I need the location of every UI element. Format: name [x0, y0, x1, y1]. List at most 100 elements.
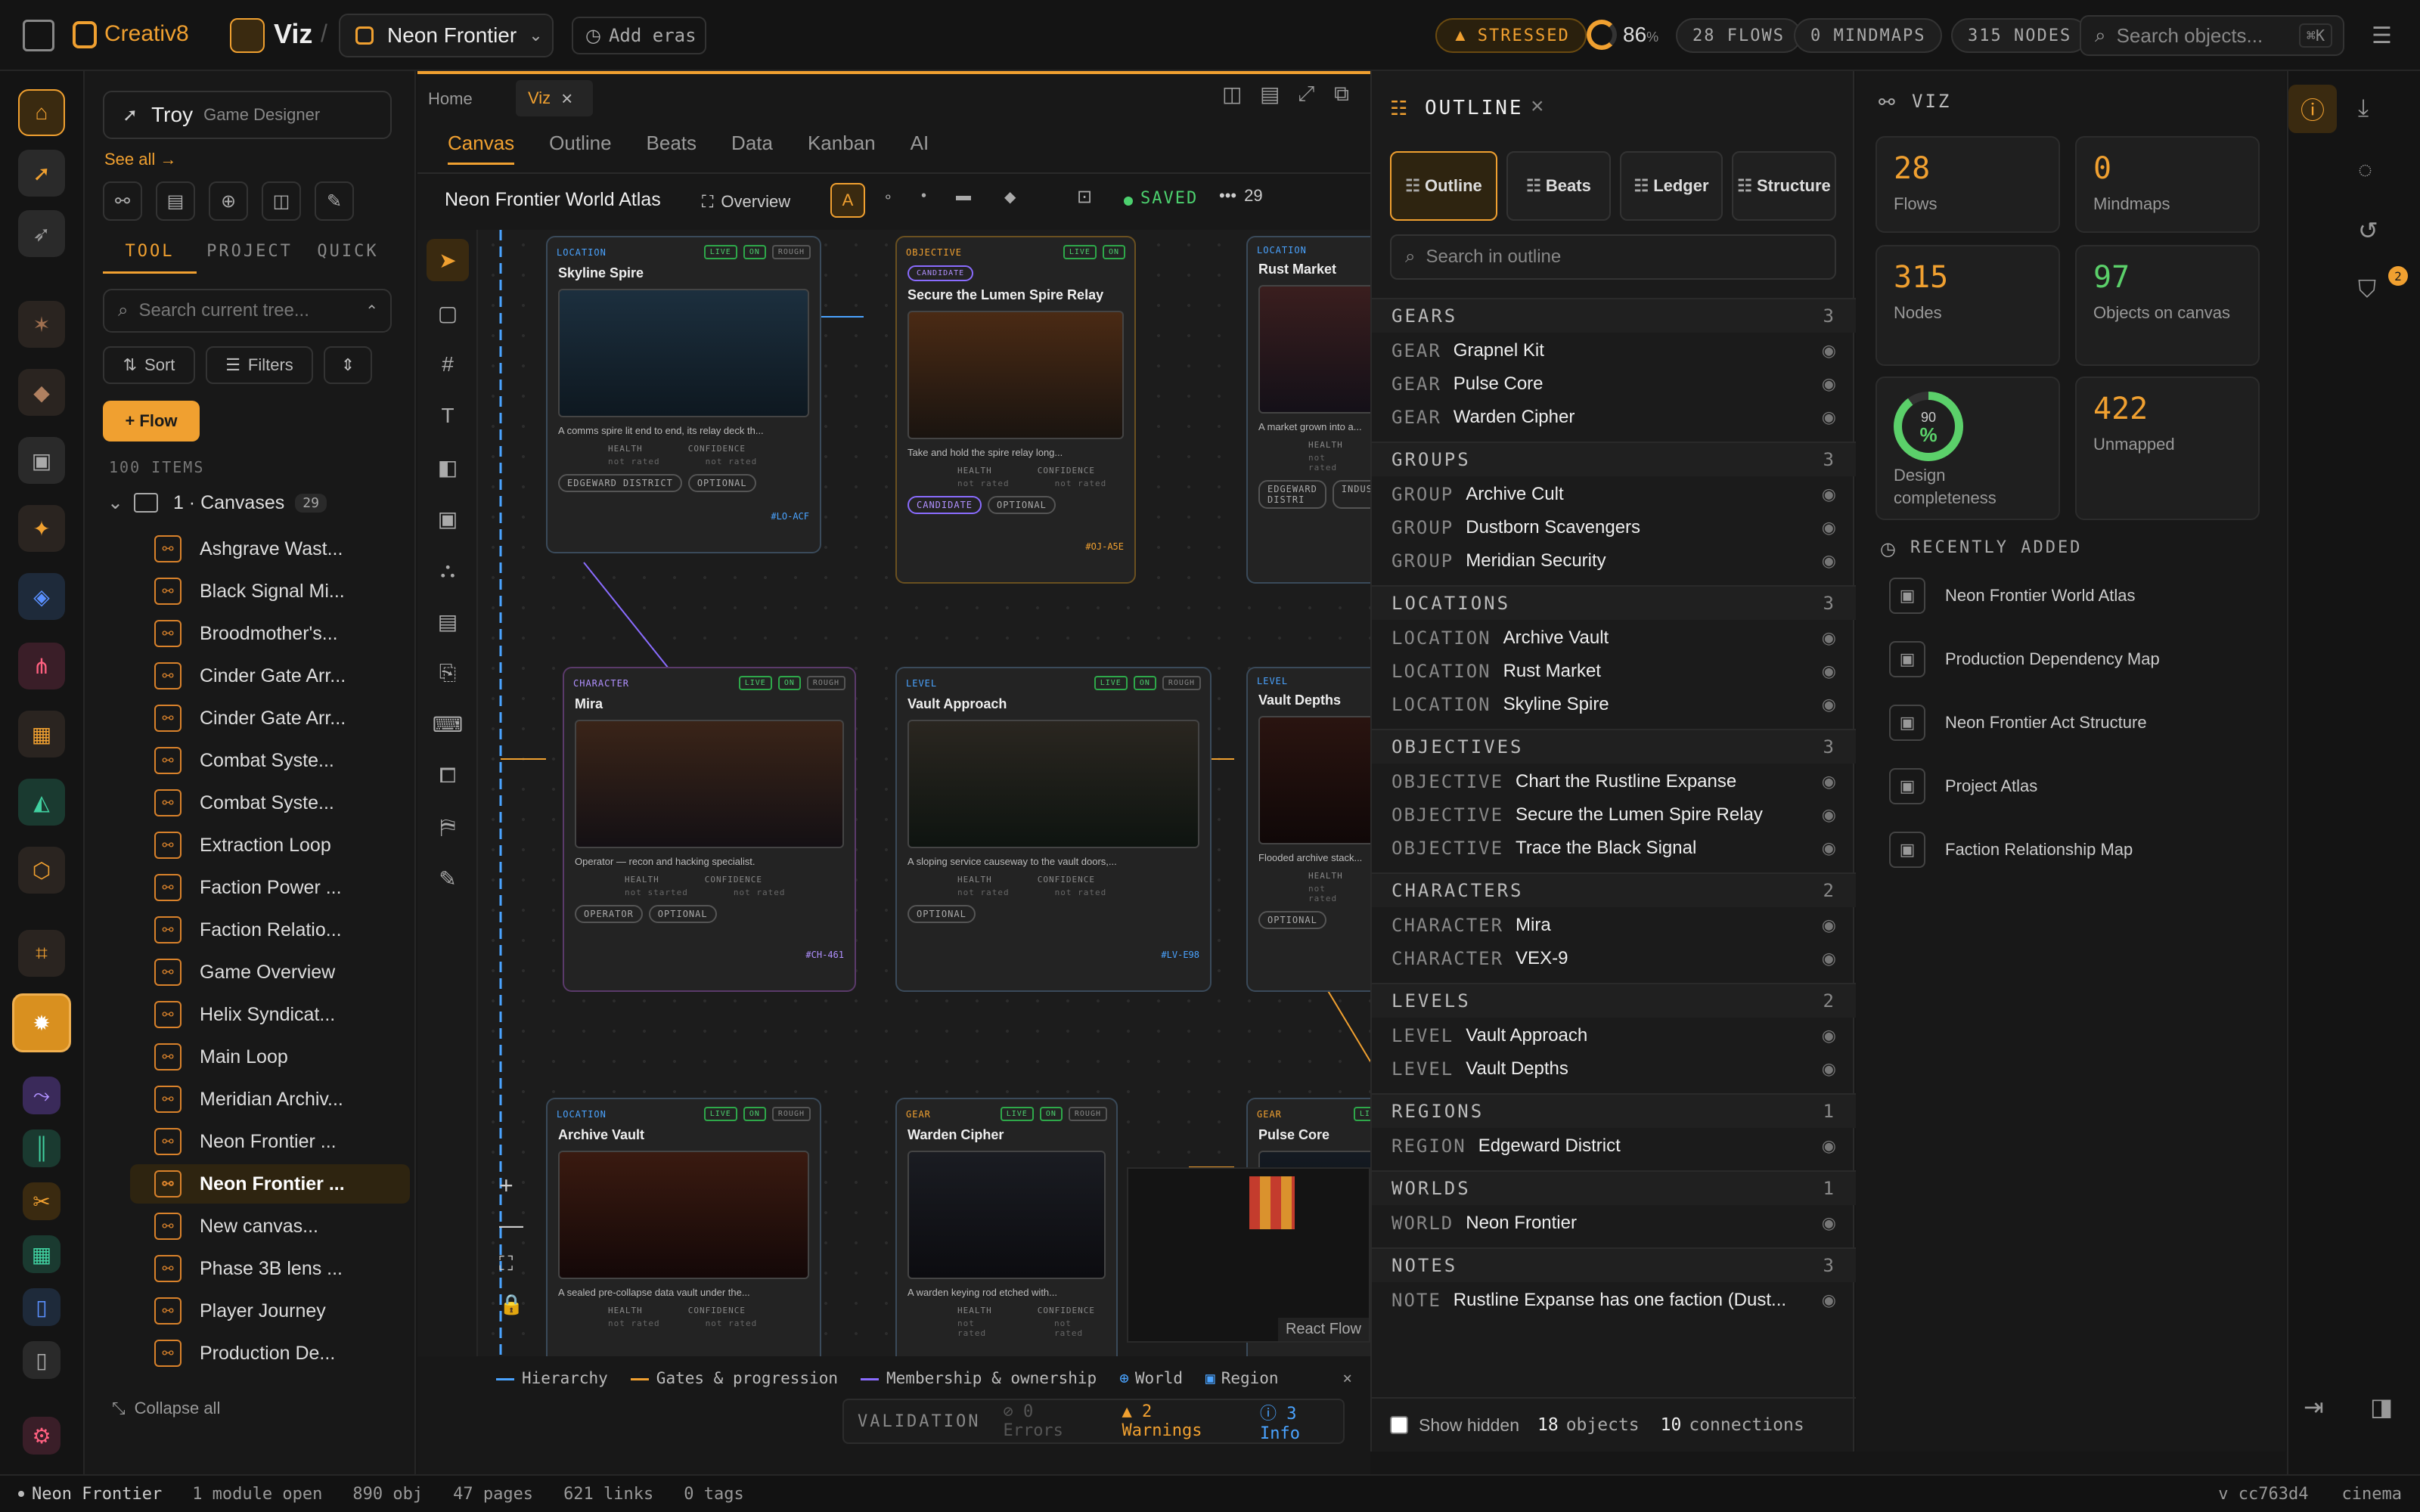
module-icon-5[interactable]: ◈	[18, 573, 65, 620]
close-icon[interactable]: ×	[1342, 1369, 1352, 1387]
outline-search[interactable]: ⌕ Search in outline	[1390, 234, 1836, 280]
eye-icon[interactable]: ◉	[1822, 1026, 1836, 1046]
outline-tab-structure[interactable]: ☷ Structure	[1732, 151, 1836, 221]
split-view-icon[interactable]: ◫	[1222, 82, 1242, 107]
shapes-tool-icon[interactable]: ◫	[262, 181, 301, 221]
cards-tool-icon[interactable]: ◧	[427, 446, 469, 488]
outline-item[interactable]: OBJECTIVE Chart the Rustline Expanse ◉	[1372, 765, 1856, 798]
legend-world[interactable]: ⊕ World	[1119, 1369, 1183, 1387]
breadcrumb-home[interactable]: Home	[428, 89, 473, 109]
nodes-chip[interactable]: 315 NODES	[1951, 18, 2089, 53]
recent-item[interactable]: ▣ Neon Frontier Act Structure	[1889, 705, 2147, 741]
react-flow-attribution[interactable]: React Flow	[1277, 1318, 1369, 1341]
tree-item[interactable]: ⚯ Production De...	[154, 1334, 457, 1373]
map-tool-icon[interactable]: ⛿	[427, 806, 469, 848]
eye-icon[interactable]: ◉	[1822, 374, 1836, 394]
see-all-link[interactable]: See all →	[104, 150, 176, 169]
zoom-out-icon[interactable]: —	[499, 1211, 523, 1239]
outline-item[interactable]: GROUP Archive Cult ◉	[1372, 478, 1856, 511]
zoom-in-icon[interactable]: +	[499, 1172, 513, 1200]
external-link-icon[interactable]: ⧉	[1334, 82, 1349, 107]
info-indicator[interactable]: ⓘ 3 Info	[1260, 1400, 1343, 1443]
module-icon-3[interactable]: ▣	[18, 437, 65, 484]
recent-item[interactable]: ▣ Neon Frontier World Atlas	[1889, 578, 2135, 614]
more-button[interactable]: ••• 29	[1219, 186, 1263, 206]
canvas-node[interactable]: LEVEL LIVE ON ROUGH Vault Approach A sloping …	[895, 667, 1212, 992]
outline-section-characters[interactable]: CHARACTERS 2	[1372, 872, 1856, 907]
tag-icon[interactable]: ⌗	[18, 930, 65, 977]
outline-item[interactable]: LEVEL Vault Depths ◉	[1372, 1052, 1856, 1086]
eye-icon[interactable]: ◉	[1822, 916, 1836, 935]
shield-check-icon[interactable]: ⛉	[2358, 275, 2376, 304]
group-tool-icon[interactable]: ⛬	[427, 549, 469, 591]
rect-icon[interactable]: ▬	[956, 187, 971, 205]
stressed-chip[interactable]: ▲ STRESSED	[1435, 18, 1587, 53]
outline-section-objectives[interactable]: OBJECTIVES 3	[1372, 729, 1856, 764]
info-icon[interactable]: ⓘ	[2288, 85, 2337, 133]
eye-icon[interactable]: ◉	[1822, 805, 1836, 825]
tab-canvas[interactable]: Canvas	[448, 132, 515, 165]
tree-item[interactable]: ⚯ Neon Frontier ...	[154, 1122, 457, 1161]
eye-icon[interactable]: ◉	[1822, 341, 1836, 361]
canvas-node[interactable]: LOCATION LIVE ON ROUGH Skyline Spire A comms …	[546, 236, 821, 553]
canvas-node[interactable]: CHARACTER LIVE ON ROUGH Mira Operator — recon…	[563, 667, 856, 992]
globe-tool-icon[interactable]: ⊕	[209, 181, 248, 221]
mindmaps-chip[interactable]: 0 MINDMAPS	[1794, 18, 1943, 53]
new-flow-button[interactable]: + Flow	[103, 401, 200, 442]
chat-icon[interactable]: ◌	[2358, 156, 2372, 184]
stack-view-icon[interactable]: ▤	[1260, 82, 1280, 107]
outline-section-locations[interactable]: LOCATIONS 3	[1372, 585, 1856, 620]
tree-item[interactable]: ⚯ Game Overview	[154, 953, 457, 992]
eye-icon[interactable]: ◉	[1822, 838, 1836, 858]
stat-card[interactable]: 422 Unmapped	[2075, 376, 2260, 520]
expand-icon[interactable]: ⤢	[1298, 82, 1314, 107]
select-tool-icon[interactable]: ➤	[427, 239, 469, 281]
canvas-node[interactable]: LOCATION LIVE ON ROUGH Archive Vault A sealed…	[546, 1098, 821, 1356]
sidebar-toggle-icon[interactable]	[23, 20, 54, 51]
frame-tool-icon[interactable]: #	[427, 343, 469, 386]
history-icon[interactable]: ↺	[2358, 216, 2378, 245]
close-icon[interactable]: ×	[561, 87, 572, 110]
outline-section-notes[interactable]: NOTES 3	[1372, 1247, 1856, 1282]
overview-button[interactable]: ⛶ Overview	[702, 184, 790, 219]
fit-view-icon[interactable]: ⛶	[499, 1252, 513, 1276]
warnings-indicator[interactable]: ▲ 2 Warnings	[1122, 1402, 1237, 1440]
stat-card[interactable]: 28 Flows	[1876, 136, 2060, 233]
chevron-up-icon[interactable]: ⌃	[365, 302, 378, 321]
tab-outline[interactable]: Outline	[549, 132, 611, 165]
canvas-node[interactable]: OBJECTIVE LIVE ON CANDIDATE Secure the Lumen…	[895, 236, 1136, 584]
tab-beats[interactable]: Beats	[647, 132, 697, 165]
outline-item[interactable]: GEAR Pulse Core ◉	[1372, 367, 1856, 401]
layout-tool-icon[interactable]: ▤	[156, 181, 195, 221]
recent-item[interactable]: ▣ Project Atlas	[1889, 768, 2037, 804]
panel-right-icon[interactable]: ▯	[23, 1341, 60, 1379]
legend-region[interactable]: ▣ Region	[1205, 1369, 1279, 1387]
dot-small-icon[interactable]: ∘	[883, 187, 893, 206]
outline-item[interactable]: NOTE Rustline Expanse has one faction (Du…	[1372, 1284, 1856, 1317]
tree-item[interactable]: ⚯ Faction Power ...	[154, 868, 457, 907]
pen-tool-icon[interactable]: ✎	[427, 857, 469, 900]
outline-item[interactable]: GEAR Grapnel Kit ◉	[1372, 334, 1856, 367]
outline-section-gears[interactable]: GEARS 3	[1372, 298, 1856, 333]
dot-icon[interactable]: •	[921, 187, 926, 205]
search-box[interactable]: ⌕ Search objects... ⌘K	[2080, 15, 2344, 56]
gamepad-tool-icon[interactable]: ⌨	[427, 703, 469, 745]
lock-icon[interactable]: 🔒	[499, 1293, 523, 1316]
eye-icon[interactable]: ◉	[1822, 407, 1836, 427]
outline-section-groups[interactable]: GROUPS 3	[1372, 442, 1856, 476]
graduation-icon[interactable]: ◭	[18, 779, 65, 826]
outline-item[interactable]: GROUP Meridian Security ◉	[1372, 544, 1856, 578]
eye-icon[interactable]: ◉	[1822, 1290, 1836, 1310]
outline-tab-beats[interactable]: ☷ Beats	[1506, 151, 1611, 221]
hierarchy-icon[interactable]: ⋔	[18, 643, 65, 689]
eye-icon[interactable]: ◉	[1822, 662, 1836, 681]
stat-card[interactable]: 90% Design completeness	[1876, 376, 2060, 520]
flow-tool-icon[interactable]: ⚯	[103, 181, 142, 221]
tree-item[interactable]: ⚯ Combat Syste...	[154, 783, 457, 823]
tree-item[interactable]: ⚯ Helix Syndicat...	[154, 995, 457, 1034]
eye-icon[interactable]: ◉	[1822, 485, 1836, 504]
outline-item[interactable]: GROUP Dustborn Scavengers ◉	[1372, 511, 1856, 544]
show-hidden-checkbox[interactable]	[1390, 1416, 1408, 1434]
outline-item[interactable]: LOCATION Rust Market ◉	[1372, 655, 1856, 688]
canvas-node[interactable]: LEVEL Vault Depths Flooded archive stack..…	[1246, 667, 1370, 992]
